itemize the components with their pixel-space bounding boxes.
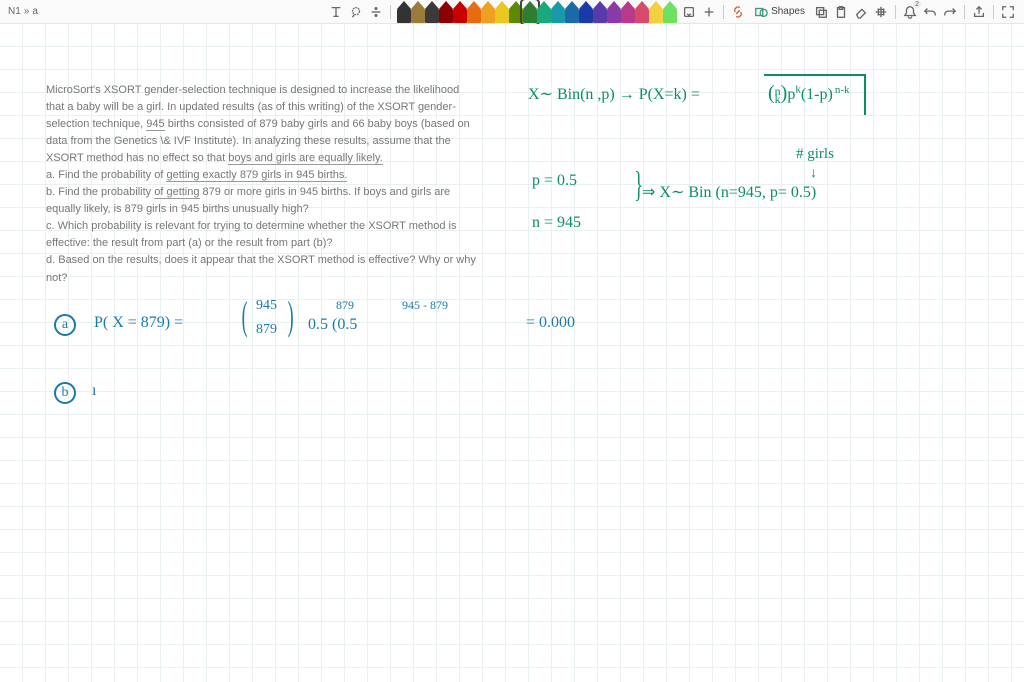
canvas[interactable]: MicroSort's XSORT gender-selection techn… [0, 24, 1024, 682]
separator [993, 5, 994, 19]
problem-assume: boys and girls are equally likely. [228, 152, 382, 165]
hand-binom-bot: 879 [256, 322, 277, 338]
separator [390, 5, 391, 19]
hand-n: n = 945 [532, 214, 581, 232]
add-icon[interactable] [701, 4, 717, 20]
breadcrumb-l1: N1 [8, 6, 21, 17]
pen-color-17[interactable] [635, 1, 649, 23]
hand-a-circle: a [54, 314, 76, 336]
separator [964, 5, 965, 19]
problem-text: MicroSort's XSORT gender-selection techn… [46, 82, 476, 287]
hand-a-mid: 0.5 (0.5 [308, 316, 357, 334]
grid-icon[interactable] [873, 4, 889, 20]
problem-n: 945 [146, 118, 164, 131]
hand-binom-top: 945 [256, 298, 277, 314]
hand-imply: ⇒ X∼ Bin (n=945, p= 0.5) [642, 182, 816, 202]
pen-color-16[interactable] [621, 1, 635, 23]
problem-b1: b. Find the probability [46, 186, 154, 198]
pen-color-11[interactable] [551, 1, 565, 23]
hand-formula-box: (nk)pk(1-p)n-k [764, 74, 866, 115]
eraser-icon[interactable] [853, 4, 869, 20]
breadcrumb-sep: » [24, 6, 30, 17]
pen-color-5[interactable] [467, 1, 481, 23]
notification-badge: 2 [913, 1, 921, 8]
hand-a-exp1: 879 [336, 298, 354, 313]
lasso-icon[interactable] [348, 4, 364, 20]
copy-icon[interactable] [813, 4, 829, 20]
pen-color-7[interactable] [495, 1, 509, 23]
breadcrumb[interactable]: N1 » a [8, 6, 38, 17]
share-icon[interactable] [971, 4, 987, 20]
notification-icon[interactable]: 2 [902, 4, 918, 20]
pen-color-9[interactable] [523, 1, 537, 23]
hand-dist: X∼ Bin(n ,p) → P(X=k) = [528, 84, 700, 104]
redo-icon[interactable] [942, 4, 958, 20]
fullscreen-icon[interactable] [1000, 4, 1016, 20]
paste-icon[interactable] [833, 4, 849, 20]
toolbar: N1 » a Shapes 2 [0, 0, 1024, 24]
divide-icon[interactable] [368, 4, 384, 20]
problem-a2: getting exactly 879 girls in 945 births. [166, 169, 347, 182]
text-tool-icon[interactable] [328, 4, 344, 20]
pen-color-4[interactable] [453, 1, 467, 23]
hand-b-circle: b [54, 382, 76, 404]
hand-a-exp2: 945 - 879 [402, 298, 448, 313]
problem-d: d. Based on the results, does it appear … [46, 254, 476, 283]
link-icon[interactable] [730, 4, 746, 20]
hand-p: p = 0.5 [532, 172, 577, 190]
pen-color-6[interactable] [481, 1, 495, 23]
pen-color-13[interactable] [579, 1, 593, 23]
shapes-label: Shapes [771, 6, 805, 17]
pen-color-3[interactable] [439, 1, 453, 23]
shapes-button[interactable]: Shapes [750, 3, 809, 21]
problem-a1: a. Find the probability of [46, 169, 166, 181]
breadcrumb-l2: a [32, 6, 38, 17]
hand-girls-label: # girls [796, 146, 834, 163]
pen-color-0[interactable] [397, 1, 411, 23]
hand-a-result: = 0.000 [526, 314, 575, 332]
undo-icon[interactable] [922, 4, 938, 20]
hand-a-eq: P( X = 879) = [94, 314, 183, 332]
pen-color-8[interactable] [509, 1, 523, 23]
pen-color-12[interactable] [565, 1, 579, 23]
pen-color-2[interactable] [425, 1, 439, 23]
pen-color-1[interactable] [411, 1, 425, 23]
pen-color-19[interactable] [663, 1, 677, 23]
pen-color-10[interactable] [537, 1, 551, 23]
separator [723, 5, 724, 19]
pen-palette [397, 1, 677, 23]
pen-color-14[interactable] [593, 1, 607, 23]
problem-c: c. Which probability is relevant for try… [46, 220, 456, 249]
separator [895, 5, 896, 19]
hand-arrow: ↓ [810, 166, 817, 182]
problem-b2: of getting [154, 186, 199, 199]
pen-color-15[interactable] [607, 1, 621, 23]
hand-b-start: ı [92, 382, 96, 400]
pen-color-18[interactable] [649, 1, 663, 23]
more-dropdown-icon[interactable] [681, 4, 697, 20]
